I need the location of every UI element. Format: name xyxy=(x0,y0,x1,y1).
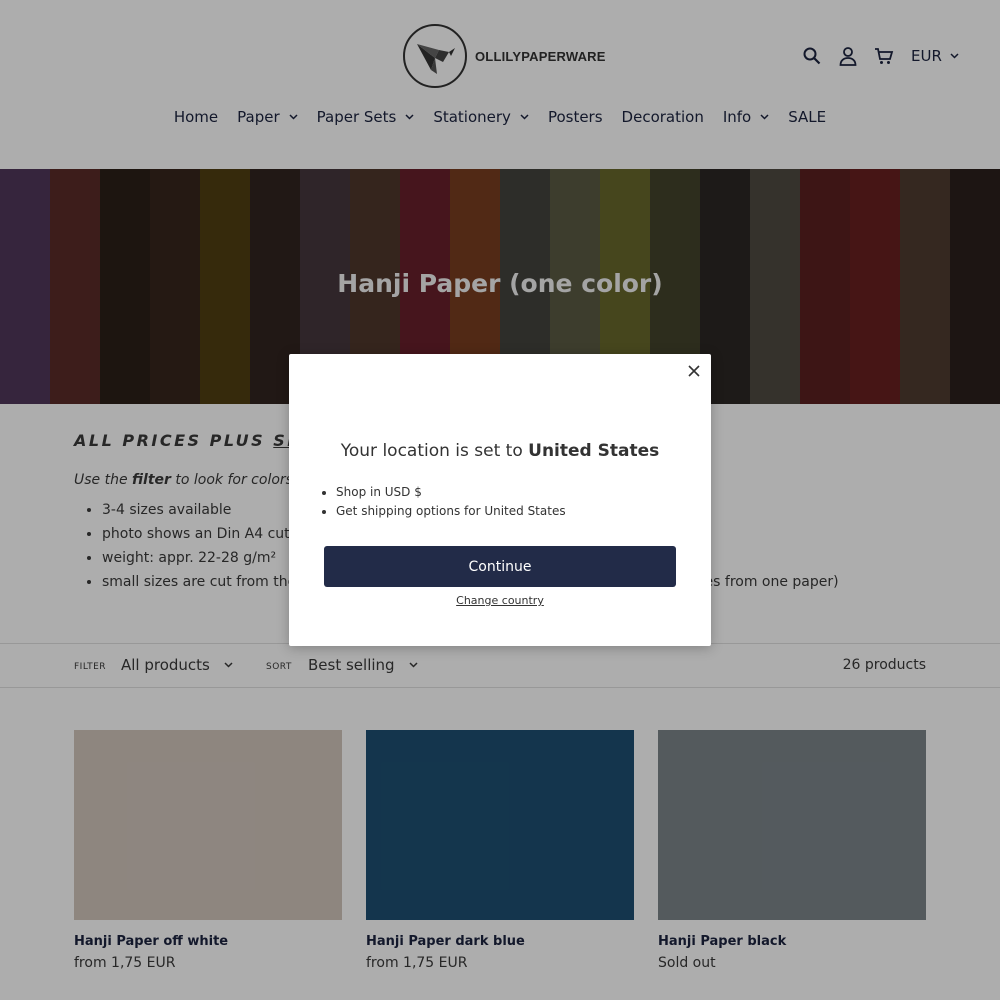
continue-button[interactable]: Continue xyxy=(324,546,676,587)
close-icon[interactable] xyxy=(685,362,703,380)
modal-info-list: Shop in USD $ Get shipping options for U… xyxy=(336,485,566,523)
modal-title-country: United States xyxy=(528,441,660,461)
list-item: Get shipping options for United States xyxy=(336,504,566,518)
list-item: Shop in USD $ xyxy=(336,485,566,499)
change-country-link[interactable]: Change country xyxy=(289,594,711,607)
modal-title: Your location is set to United States xyxy=(289,441,711,461)
modal-title-prefix: Your location is set to xyxy=(340,441,529,461)
location-modal: Your location is set to United States Sh… xyxy=(289,354,711,646)
